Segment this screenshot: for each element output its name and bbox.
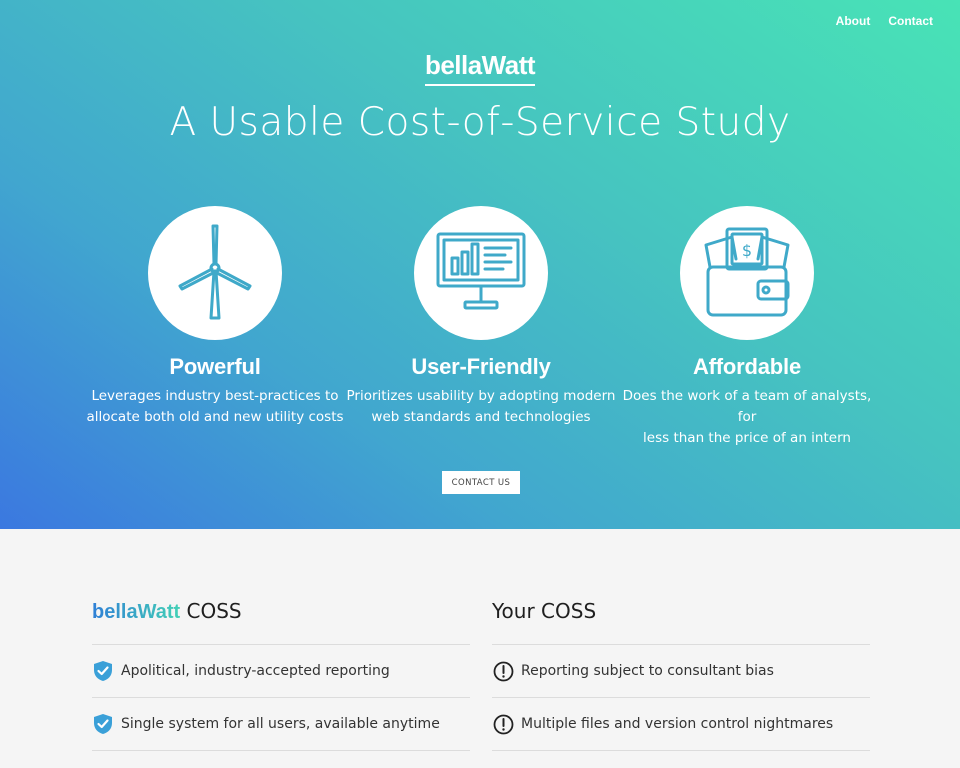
wind-turbine-icon bbox=[178, 224, 252, 320]
brand-logo-text[interactable]: bellaWatt bbox=[424, 50, 536, 86]
brand-logo[interactable]: bellaWatt bbox=[0, 50, 960, 86]
list-item-text: Multiple files and version control night… bbox=[521, 716, 834, 732]
feature-title: Affordable bbox=[692, 354, 801, 379]
bellawatt-coss-column: bellaWatt COSS Apolitical, industry-acce… bbox=[92, 599, 470, 751]
wallet-icon: $ bbox=[704, 227, 790, 317]
feature-icon-circle: $ bbox=[680, 206, 814, 340]
top-nav: About Contact bbox=[836, 14, 933, 28]
benefit-list: Apolitical, industry-accepted reporting … bbox=[92, 644, 470, 751]
list-item: Multiple files and version control night… bbox=[492, 698, 870, 751]
presentation-chart-icon bbox=[436, 232, 526, 310]
nav-about-link[interactable]: About bbox=[836, 14, 871, 28]
feature-description: Prioritizes usability by adopting modern… bbox=[346, 386, 616, 428]
feature-icon-circle bbox=[148, 206, 282, 340]
svg-text:$: $ bbox=[742, 241, 752, 260]
comparison-section: bellaWatt COSS Apolitical, industry-acce… bbox=[0, 529, 960, 768]
list-item-text: Apolitical, industry-accepted reporting bbox=[121, 663, 390, 679]
hero-headline: A Usable Cost-of-Service Study bbox=[169, 100, 791, 145]
column-title-suffix: COSS bbox=[186, 599, 242, 623]
drawback-list: Reporting subject to consultant bias Mul… bbox=[492, 644, 870, 751]
list-item: Single system for all users, available a… bbox=[92, 698, 470, 751]
feature-description: Does the work of a team of analysts, for… bbox=[612, 386, 882, 449]
feature-description-line: Prioritizes usability by adopting modern bbox=[346, 388, 616, 404]
your-coss-column: Your COSS Reporting subject to consultan… bbox=[492, 599, 870, 751]
shield-check-icon bbox=[92, 713, 114, 735]
list-item: Apolitical, industry-accepted reporting bbox=[92, 645, 470, 698]
bellawatt-brand-text: bellaWatt bbox=[92, 601, 181, 623]
shield-check-icon bbox=[92, 660, 114, 682]
feature-description: Leverages industry best-practices to all… bbox=[80, 386, 350, 428]
feature-powerful: Powerful Leverages industry best-practic… bbox=[80, 206, 350, 428]
feature-description-line: Leverages industry best-practices to bbox=[91, 388, 339, 404]
feature-description-line: Does the work of a team of analysts, for bbox=[622, 388, 872, 425]
contact-us-button[interactable]: CONTACT US bbox=[442, 471, 520, 494]
feature-description-line: web standards and technologies bbox=[371, 409, 591, 425]
feature-user-friendly: User-Friendly Prioritizes usability by a… bbox=[346, 206, 616, 428]
list-item-text: Reporting subject to consultant bias bbox=[521, 663, 774, 679]
list-item-text: Single system for all users, available a… bbox=[121, 716, 440, 732]
list-item: Reporting subject to consultant bias bbox=[492, 645, 870, 698]
nav-contact-link[interactable]: Contact bbox=[888, 14, 933, 28]
feature-title: Powerful bbox=[169, 354, 261, 379]
feature-affordable: $ Affordable Does the work of a team of … bbox=[612, 206, 882, 449]
feature-description-line: allocate both old and new utility costs bbox=[86, 409, 344, 425]
column-title: bellaWatt COSS bbox=[92, 599, 470, 644]
exclamation-circle-icon bbox=[492, 713, 514, 735]
exclamation-circle-icon bbox=[492, 660, 514, 682]
column-title: Your COSS bbox=[492, 599, 597, 623]
hero-section: About Contact bellaWatt A Usable Cost-of… bbox=[0, 0, 960, 529]
feature-title: User-Friendly bbox=[411, 354, 551, 379]
feature-icon-circle bbox=[414, 206, 548, 340]
feature-description-line: less than the price of an intern bbox=[643, 430, 851, 446]
